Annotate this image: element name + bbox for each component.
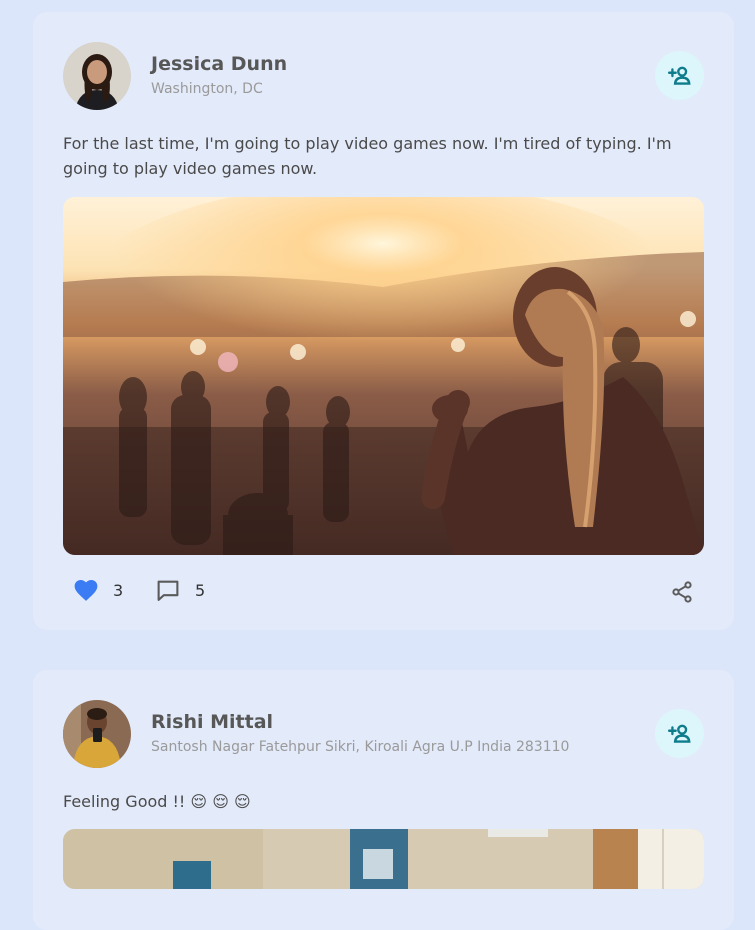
comment-icon: [157, 580, 179, 601]
add-user-icon: [667, 66, 691, 85]
like-count: 3: [113, 580, 124, 600]
follow-button[interactable]: [655, 709, 704, 758]
add-user-icon: [667, 724, 691, 743]
post-text: For the last time, I'm going to play vid…: [63, 134, 672, 178]
author-name[interactable]: Jessica Dunn: [151, 53, 287, 75]
post-card: Jessica Dunn Washington, DC For the last…: [33, 12, 734, 630]
share-icon: [672, 581, 692, 603]
post-text: Feeling Good !! 😌 😌 😌: [63, 792, 251, 811]
comment-count: 5: [195, 581, 206, 600]
follow-button[interactable]: [655, 51, 704, 100]
avatar[interactable]: [63, 700, 131, 768]
heart-icon: [74, 580, 98, 601]
avatar[interactable]: [63, 42, 131, 110]
comment-button[interactable]: 5: [155, 578, 205, 603]
post-image[interactable]: [63, 829, 704, 889]
post-image[interactable]: [63, 197, 704, 555]
like-button[interactable]: 3: [73, 578, 123, 602]
author-name[interactable]: Rishi Mittal: [151, 711, 273, 733]
author-location: Washington, DC: [151, 81, 263, 97]
share-button[interactable]: [670, 580, 694, 604]
author-location: Santosh Nagar Fatehpur Sikri, Kiroali Ag…: [151, 739, 570, 755]
post-card: Rishi Mittal Santosh Nagar Fatehpur Sikr…: [33, 670, 734, 930]
